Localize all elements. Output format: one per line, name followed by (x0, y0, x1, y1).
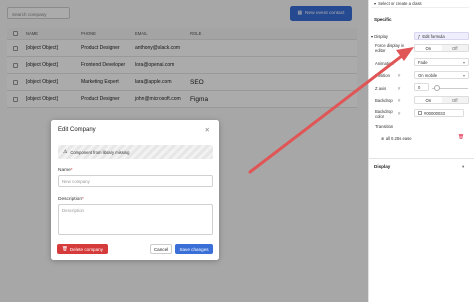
annotation-arrow (248, 47, 414, 174)
